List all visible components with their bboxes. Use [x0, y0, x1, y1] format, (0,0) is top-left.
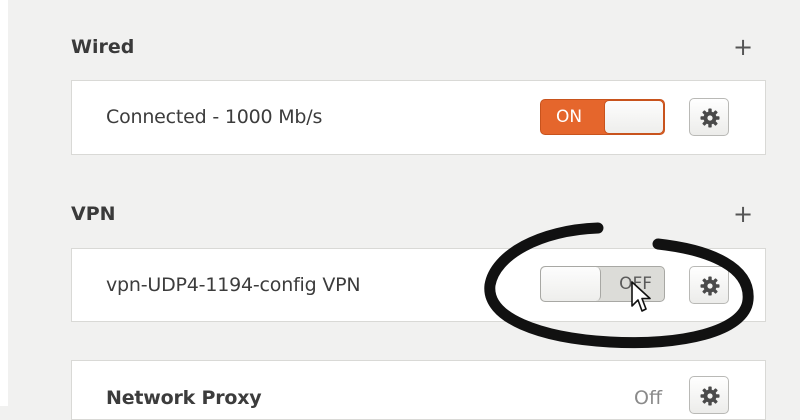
hand-drawn-circle-annotation [484, 222, 754, 349]
wired-toggle-switch[interactable]: ON [540, 99, 665, 135]
network-proxy-row[interactable]: Network Proxy Off [71, 360, 766, 420]
vpn-section-title: VPN [71, 203, 116, 225]
wired-add-button[interactable]: + [732, 35, 754, 59]
switch-knob [604, 100, 664, 134]
gear-icon [700, 276, 720, 296]
vpn-settings-button[interactable] [689, 266, 729, 304]
proxy-settings-button[interactable] [689, 376, 729, 414]
gear-icon [700, 386, 720, 406]
wired-settings-button[interactable] [689, 98, 729, 136]
vpn-connection-row: vpn-UDP4-1194-config VPN OFF [71, 248, 766, 322]
wired-section-title: Wired [71, 36, 135, 58]
wired-switch-state: ON [556, 107, 583, 127]
vpn-switch-state: OFF [619, 274, 652, 294]
vpn-connection-label: vpn-UDP4-1194-config VPN [106, 274, 361, 296]
switch-knob [541, 267, 601, 301]
gear-icon [700, 108, 720, 128]
wired-connection-label: Connected - 1000 Mb/s [106, 106, 323, 128]
vpn-toggle-switch[interactable]: OFF [540, 266, 665, 302]
vpn-add-button[interactable]: + [732, 202, 754, 226]
wired-connection-row: Connected - 1000 Mb/s ON [71, 80, 766, 155]
window-edge [0, 0, 8, 406]
